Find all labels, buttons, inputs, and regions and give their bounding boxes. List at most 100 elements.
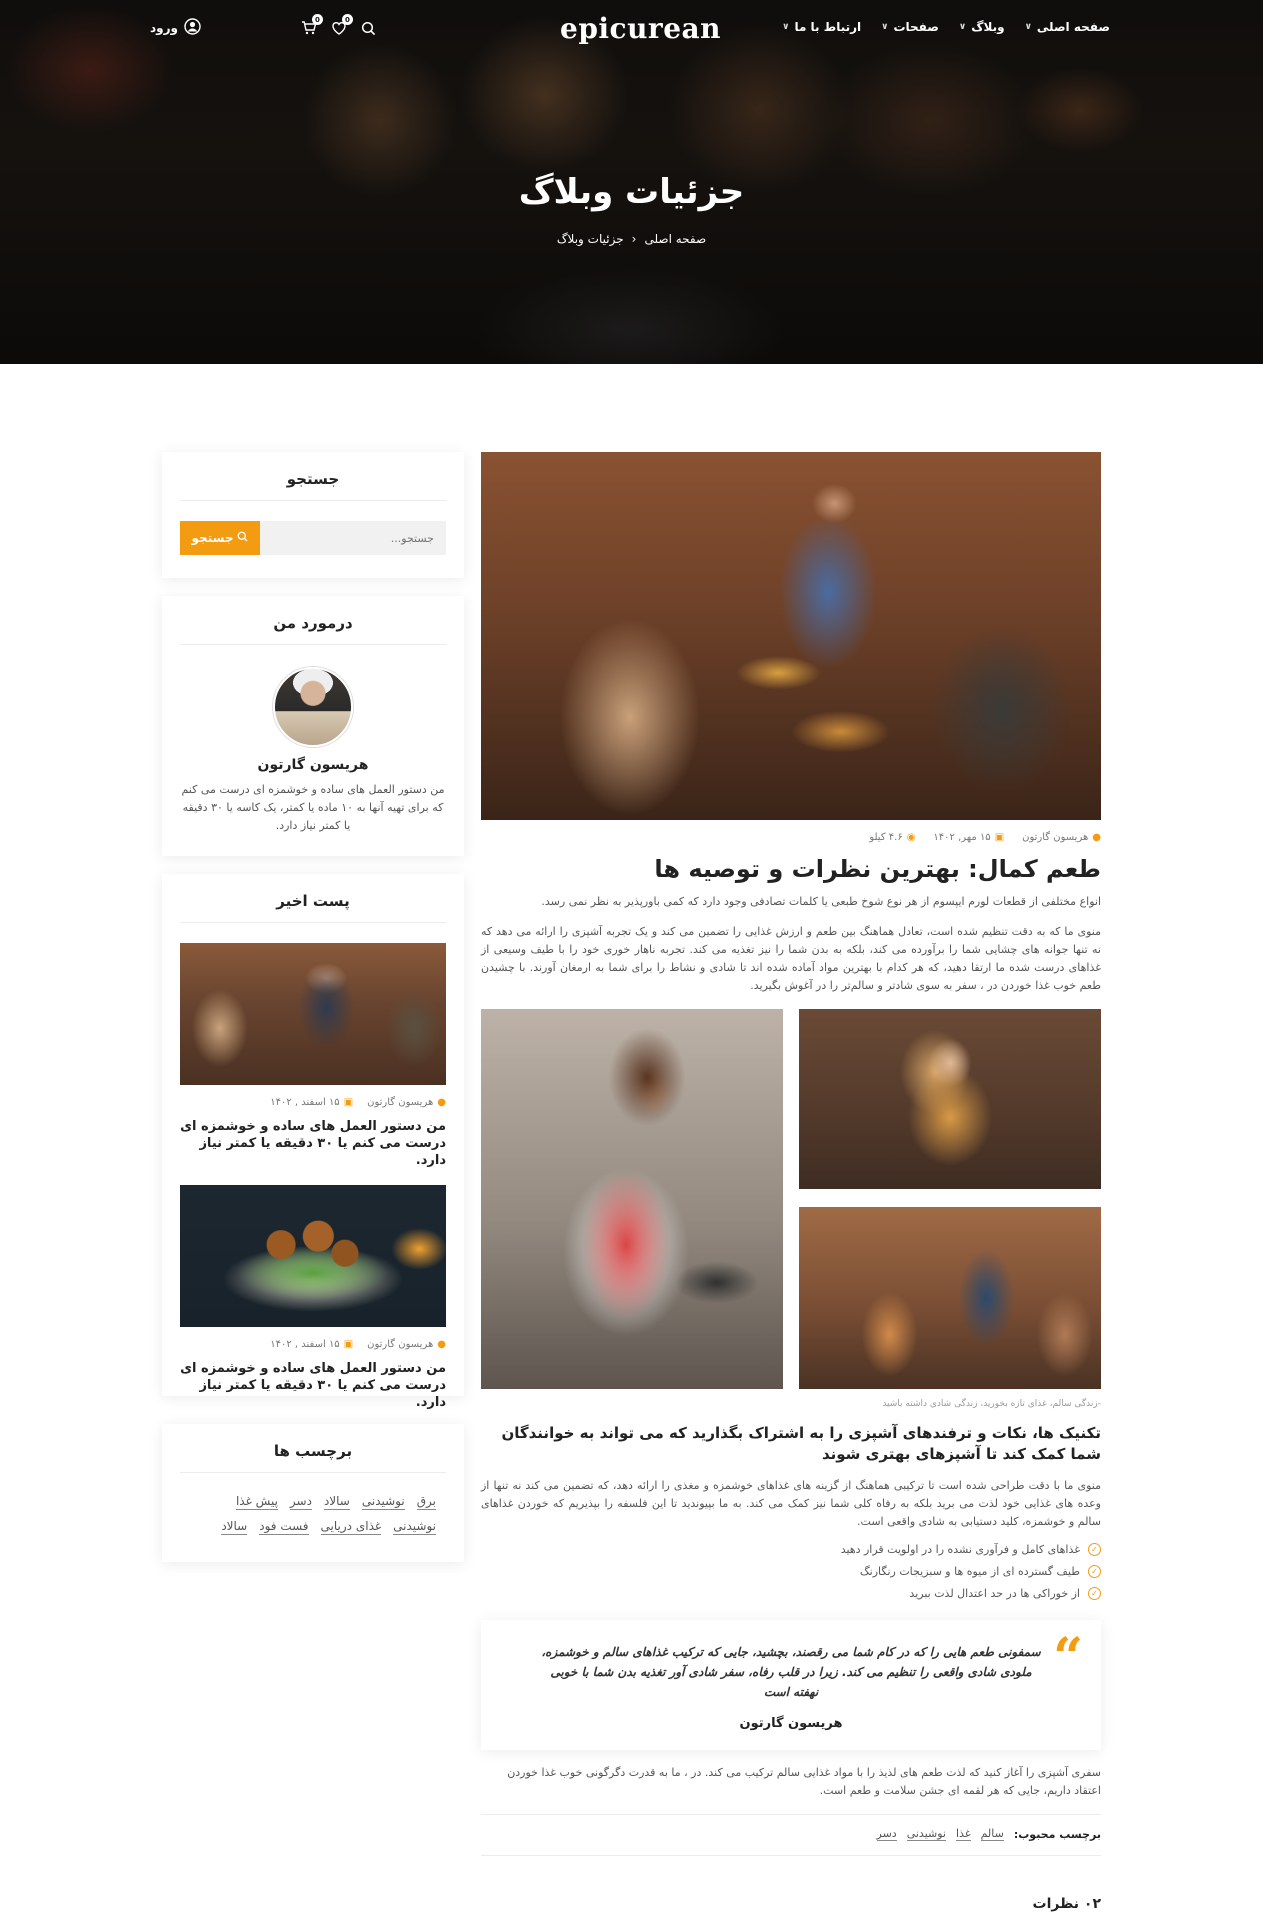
- search-form: جستجو: [180, 521, 446, 555]
- popular-tags-label: برچسب محبوب:: [1013, 1827, 1101, 1841]
- login-link[interactable]: ورود: [150, 18, 201, 38]
- search-button[interactable]: جستجو: [180, 521, 260, 555]
- breadcrumb: صفحه اصلی ‹ جزئیات وبلاگ: [0, 232, 1263, 246]
- checklist-item: ✓ غذاهای کامل و فرآوری نشده را در اولویت …: [481, 1543, 1101, 1556]
- gallery-caption: -زندگی سالم، غذای تازه بخورید، زندگی شاد…: [882, 1399, 1101, 1409]
- chevron-down-icon: ∨: [782, 22, 790, 32]
- article-date: ۱۵ مهر, ۱۴۰۲: [933, 832, 991, 843]
- search-widget: جستجو جستجو: [162, 452, 464, 578]
- user-icon: ●: [437, 1339, 446, 1350]
- menu-item-contact[interactable]: ارتباط با ما ∨: [782, 20, 861, 34]
- main-menu: صفحه اصلی ∨ وبلاگ ∨ صفحات ∨ ارتباط با ما ∨: [782, 20, 1110, 34]
- checklist-item: ✓ از خوراکی ها در حد اعتدال لذت ببرید: [481, 1587, 1101, 1600]
- menu-item-home[interactable]: صفحه اصلی ∨: [1025, 20, 1110, 34]
- tags-widget: برچسب ها برق نوشیدنی سالاد دسر پیش غذا ن…: [162, 1424, 464, 1562]
- article-title: طعم کمال: بهترین نظرات و توصیه ها: [654, 855, 1101, 883]
- recent-posts-widget: پست اخیر ● هریسون گارتون ▣ ۱۵ اسفند , ۱۴۰۲…: [162, 874, 464, 1410]
- divider: [481, 1814, 1101, 1815]
- article-featured-image: [481, 452, 1101, 820]
- tag-link[interactable]: نوشیدنی: [393, 1518, 436, 1535]
- tag-link[interactable]: برق: [416, 1493, 436, 1510]
- divider: [481, 1855, 1101, 1856]
- post-date: ۱۵ اسفند , ۱۴۰۲: [270, 1097, 340, 1108]
- menu-label: صفحه اصلی: [1036, 20, 1110, 34]
- user-icon: [184, 18, 201, 38]
- search-button-label: جستجو: [191, 531, 234, 545]
- check-circle-icon: ✓: [1088, 1543, 1101, 1556]
- about-widget: درمورد من هریسون گارتون من دستور العمل ه…: [162, 596, 464, 856]
- quote-icon: “: [1053, 1627, 1083, 1688]
- chevron-down-icon: ∨: [1024, 22, 1032, 32]
- tag-link[interactable]: غذای دریایی: [320, 1518, 382, 1535]
- cart-icon[interactable]: 0: [300, 14, 323, 37]
- menu-label: ارتباط با ما: [794, 20, 862, 34]
- calendar-icon: ▣: [343, 1097, 354, 1108]
- tag-link[interactable]: سالم: [980, 1827, 1004, 1841]
- chevron-down-icon: ∨: [881, 22, 889, 32]
- calendar-icon: ▣: [343, 1339, 354, 1350]
- widget-title: برچسب ها: [180, 1442, 446, 1473]
- tag-link[interactable]: سالاد: [323, 1493, 350, 1510]
- quote-text: سمفونی طعم هایی را که در کام شما می رقصن…: [541, 1645, 1041, 1699]
- tag-link[interactable]: دسر: [289, 1493, 312, 1510]
- breadcrumb-home-link[interactable]: صفحه اصلی: [644, 232, 706, 246]
- search-icon[interactable]: [360, 19, 378, 37]
- gallery-image: [799, 1207, 1101, 1389]
- menu-item-blog[interactable]: وبلاگ ∨: [959, 20, 1005, 34]
- wishlist-count-badge: 0: [341, 14, 353, 25]
- checklist-text: طیف گسترده ای از میوه ها و سبزیجات رنگار…: [859, 1565, 1080, 1578]
- widget-title: جستجو: [180, 470, 446, 501]
- nav-tools: ورود 0 0: [150, 14, 378, 38]
- article: ● هریسون گارتون ▣ ۱۵ مهر, ۱۴۰۲ ◉ ۴.۶ کیلو ط…: [481, 452, 1101, 1912]
- page-title: جزئیات وبلاگ: [518, 172, 745, 212]
- recent-post-title[interactable]: من دستور العمل های ساده و خوشمزه ای درست…: [180, 1118, 446, 1169]
- recent-post-title[interactable]: من دستور العمل های ساده و خوشمزه ای درست…: [180, 1360, 446, 1411]
- widget-title: درمورد من: [180, 614, 446, 645]
- post-date: ۱۵ اسفند , ۱۴۰۲: [270, 1339, 340, 1350]
- menu-item-pages[interactable]: صفحات ∨: [881, 20, 939, 34]
- checklist-text: از خوراکی ها در حد اعتدال لذت ببرید: [909, 1587, 1080, 1600]
- wishlist-heart-icon[interactable]: 0: [330, 14, 353, 37]
- image-gallery: [481, 1009, 1101, 1389]
- gallery-image: [481, 1009, 783, 1389]
- cart-count-badge: 0: [311, 14, 323, 25]
- tag-link[interactable]: نوشیدنی: [906, 1827, 946, 1841]
- top-navbar: صفحه اصلی ∨ وبلاگ ∨ صفحات ∨ ارتباط با ما ∨ e…: [150, 12, 1110, 46]
- post-author: هریسون گارتون: [367, 1097, 434, 1108]
- login-label: ورود: [150, 21, 178, 35]
- tag-link[interactable]: فست فود: [259, 1518, 309, 1535]
- check-circle-icon: ✓: [1088, 1565, 1101, 1578]
- tag-link[interactable]: پیش غذا: [235, 1493, 278, 1510]
- article-subtitle: تکنیک ها، نکات و ترفندهای آشپزی را به اش…: [501, 1424, 1101, 1463]
- recent-post-image[interactable]: [180, 943, 446, 1085]
- comments-heading: ۰۲ نظرات: [1032, 1896, 1101, 1912]
- checklist-text: غذاهای کامل و فرآوری نشده را در اولویت ق…: [840, 1543, 1080, 1556]
- author-name: هریسون گارتون: [257, 757, 369, 773]
- recent-post-meta: ● هریسون گارتون ▣ ۱۵ اسفند , ۱۴۰۲: [180, 1097, 446, 1108]
- gallery-image: [799, 1009, 1101, 1189]
- search-icon: [237, 531, 248, 545]
- search-input[interactable]: [260, 521, 446, 555]
- tag-link[interactable]: دسر: [876, 1827, 897, 1841]
- chevron-left-icon: ‹: [631, 232, 637, 246]
- tag-link[interactable]: سالاد: [221, 1518, 248, 1535]
- widget-title: پست اخیر: [180, 892, 446, 923]
- author-bio: من دستور العمل های ساده و خوشمزه ای درست…: [181, 783, 445, 832]
- recent-post-image[interactable]: [180, 1185, 446, 1327]
- author-avatar: [273, 667, 353, 747]
- tag-link[interactable]: نوشیدنی: [361, 1493, 405, 1510]
- breadcrumb-current: جزئیات وبلاگ: [556, 232, 624, 246]
- tag-link[interactable]: غذا: [956, 1827, 971, 1841]
- calendar-icon: ▣: [994, 832, 1005, 843]
- user-icon: ●: [1092, 832, 1101, 843]
- article-closing-paragraph: سفری آشپزی را آغاز کنید که لذت طعم های ل…: [507, 1766, 1101, 1797]
- article-views: ۴.۶ کیلو: [869, 832, 903, 843]
- menu-label: صفحات: [893, 20, 939, 34]
- recent-post-meta: ● هریسون گارتون ▣ ۱۵ اسفند , ۱۴۰۲: [180, 1339, 446, 1350]
- checklist: ✓ غذاهای کامل و فرآوری نشده را در اولویت …: [481, 1543, 1101, 1600]
- popular-tags: برچسب محبوب: سالم غذا نوشیدنی دسر: [481, 1827, 1101, 1841]
- article-author: هریسون گارتون: [1022, 832, 1089, 843]
- article-paragraph: منوی ما که به دقت تنظیم شده است، تعادل ه…: [481, 925, 1101, 992]
- site-logo[interactable]: epicurean: [560, 12, 721, 45]
- article-lead: انواع مختلفی از قطعات لورم ایپسوم از هر …: [541, 895, 1101, 908]
